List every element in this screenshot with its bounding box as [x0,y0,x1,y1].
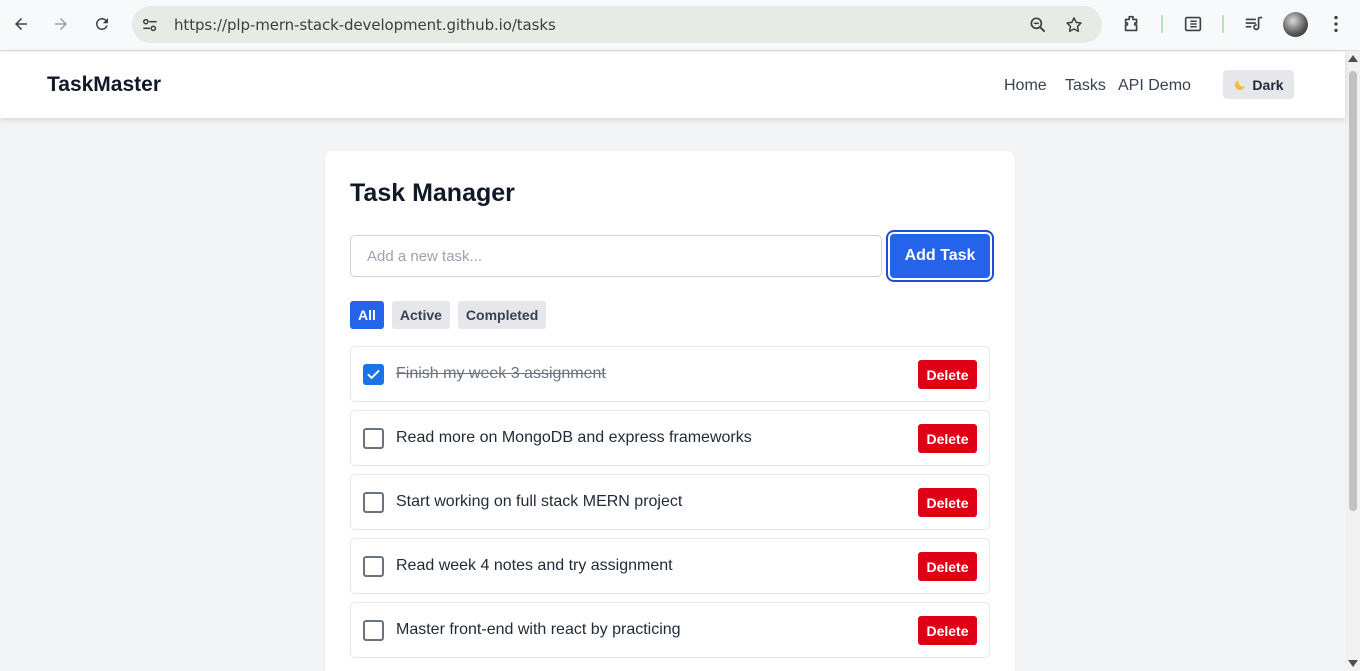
new-task-input[interactable] [350,235,882,277]
filter-all[interactable]: All [350,301,384,329]
bookmark-star-icon[interactable] [1064,15,1084,35]
toolbar-separator [1222,15,1224,33]
delete-task-button[interactable]: Delete [918,488,977,517]
scroll-up-icon[interactable] [1348,55,1358,62]
task-checkbox[interactable] [363,620,384,641]
nav-api-demo[interactable]: API Demo [1118,77,1191,95]
reading-list-icon[interactable] [1182,13,1204,35]
task-text: Finish my week 3 assignment [396,365,606,382]
filter-completed[interactable]: Completed [457,301,547,329]
scrollbar-thumb[interactable] [1349,71,1357,511]
delete-task-button[interactable]: Delete [918,360,977,389]
checkmark-icon [367,370,380,379]
task-checkbox[interactable] [363,364,384,385]
task-list: Finish my week 3 assignment Delete Read … [350,346,990,666]
task-item: Read week 4 notes and try assignment Del… [350,538,990,594]
task-text: Start working on full stack MERN project [396,493,683,510]
add-task-button[interactable]: Add Task [886,230,994,282]
url-text: https://plp-mern-stack-development.githu… [174,16,556,34]
media-queue-icon[interactable] [1243,13,1265,35]
reload-icon[interactable] [90,10,114,38]
page-title: Task Manager [350,179,515,207]
task-item: Master front-end with react by practicin… [350,602,990,658]
scroll-down-icon[interactable] [1348,660,1358,667]
more-menu-icon[interactable] [1325,13,1347,35]
profile-avatar[interactable] [1283,12,1308,37]
task-checkbox[interactable] [363,492,384,513]
delete-task-button[interactable]: Delete [918,424,977,453]
filter-group: All Active Completed [350,301,547,329]
address-bar[interactable]: https://plp-mern-stack-development.githu… [132,6,1102,43]
delete-task-button[interactable]: Delete [918,552,977,581]
page-scrollbar[interactable] [1345,51,1360,671]
site-settings-icon[interactable] [140,15,160,35]
task-checkbox[interactable] [363,556,384,577]
task-item: Start working on full stack MERN project… [350,474,990,530]
task-text: Master front-end with react by practicin… [396,621,681,638]
back-icon[interactable] [9,10,33,38]
task-text: Read more on MongoDB and express framewo… [396,429,752,446]
toolbar-separator [1161,15,1163,33]
filter-active[interactable]: Active [391,301,450,329]
nav-tasks[interactable]: Tasks [1065,77,1106,95]
forward-icon[interactable] [49,10,73,38]
task-manager-card: Task Manager Add Task All Active Complet… [325,151,1015,671]
theme-toggle-button[interactable]: Dark [1223,70,1294,99]
task-item: Finish my week 3 assignment Delete [350,346,990,402]
task-item: Read more on MongoDB and express framewo… [350,410,990,466]
theme-toggle-label: Dark [1252,76,1284,93]
extensions-icon[interactable] [1121,13,1143,35]
moon-icon [1235,79,1246,90]
zoom-icon[interactable] [1028,15,1048,35]
task-checkbox[interactable] [363,428,384,449]
delete-task-button[interactable]: Delete [918,616,977,645]
browser-toolbar: https://plp-mern-stack-development.githu… [0,0,1360,51]
brand-logo[interactable]: TaskMaster [47,73,161,97]
task-text: Read week 4 notes and try assignment [396,557,673,574]
nav-home[interactable]: Home [1004,77,1047,95]
app-header: TaskMaster Home Tasks API Demo Dark [0,52,1345,118]
